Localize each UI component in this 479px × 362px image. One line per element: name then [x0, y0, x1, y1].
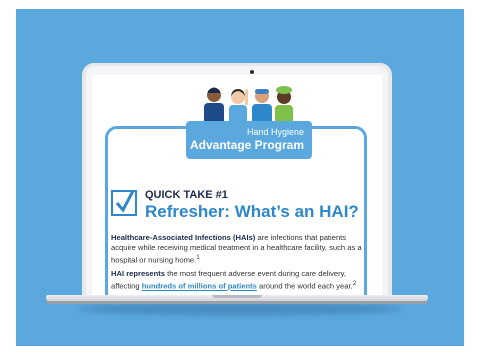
badge-line2: Advantage Program: [189, 138, 304, 152]
webcam-icon: [250, 70, 254, 74]
laptop-screen: Hand Hygiene Advantage Program QUICK TAK…: [92, 75, 382, 297]
hundreds-millions-link[interactable]: hundreds of millions of patients: [142, 282, 257, 291]
footnote-2: 2: [352, 280, 357, 287]
hai-term: Healthcare-Associated Infections (HAIs): [111, 233, 256, 242]
healthcare-workers-illustration: [204, 86, 293, 125]
quick-take-title: Refresher: What’s an HAI?: [145, 202, 359, 221]
laptop-notch: [212, 295, 262, 298]
badge-line1: Hand Hygiene: [246, 127, 304, 137]
page: Hand Hygiene Advantage Program QUICK TAK…: [0, 0, 479, 362]
laptop-shadow: [78, 303, 402, 315]
hai-represents: HAI represents: [111, 269, 166, 278]
blue-background: Hand Hygiene Advantage Program QUICK TAK…: [16, 9, 464, 346]
hai-impact-rest: around the world each year.: [256, 281, 353, 291]
laptop-base-edge: [46, 301, 428, 304]
checkbox-check-icon: [111, 188, 137, 216]
paragraph-hai-definition: Healthcare-Associated Infections (HAIs) …: [111, 233, 367, 266]
quick-take-label: QUICK TAKE #1: [145, 189, 228, 201]
paragraph-hai-impact: HAI represents the most frequent adverse…: [111, 269, 367, 292]
footnote-1: 1: [196, 254, 200, 261]
program-badge: Hand Hygiene Advantage Program: [186, 121, 312, 159]
